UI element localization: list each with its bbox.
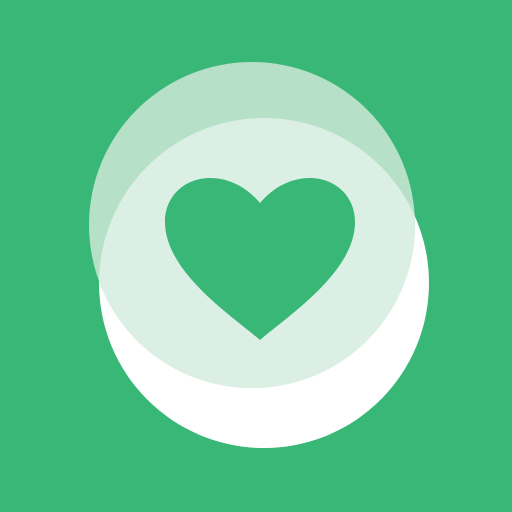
- app-icon: [0, 0, 512, 512]
